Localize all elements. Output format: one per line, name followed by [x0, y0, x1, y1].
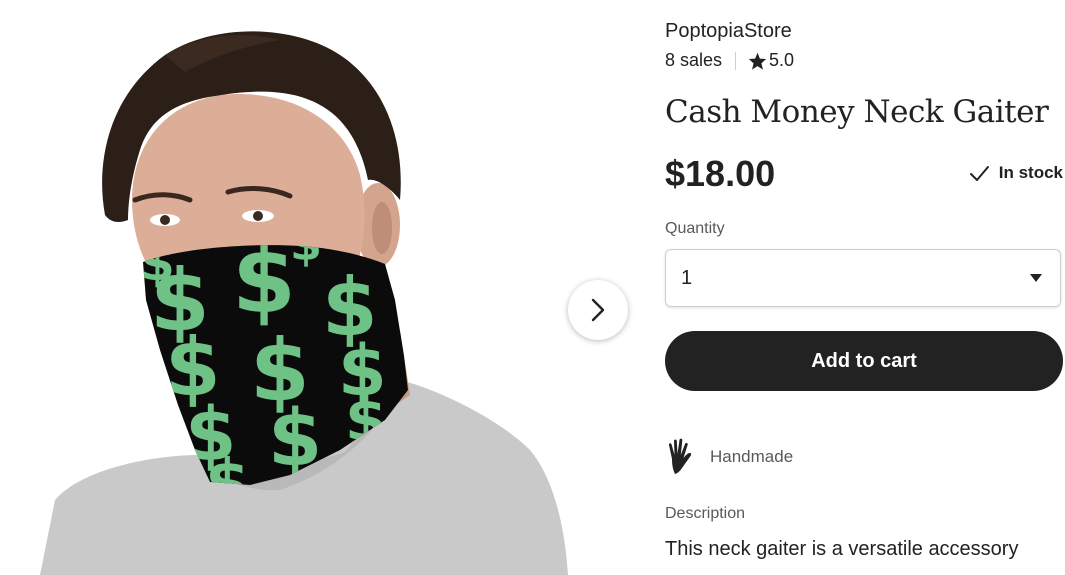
stock-status-label: In stock [998, 163, 1063, 182]
add-to-cart-button[interactable]: Add to cart [665, 331, 1063, 391]
quantity-label: Quantity [665, 220, 725, 237]
hand-icon [668, 438, 692, 474]
caret-down-icon [1030, 274, 1042, 282]
price: $18.00 [665, 153, 776, 194]
stock-status: In stock [969, 163, 1063, 183]
handmade-label: Handmade [710, 447, 794, 466]
shop-meta: 8 sales 5.0 [665, 50, 794, 71]
add-to-cart-label: Add to cart [811, 349, 917, 372]
next-image-button[interactable] [568, 280, 628, 340]
star-icon [748, 52, 767, 70]
sales-count: 8 sales [665, 50, 723, 70]
rating-value: 5.0 [769, 50, 795, 70]
face-shape [132, 94, 365, 270]
checkmark-icon [969, 165, 989, 181]
handmade-badge: Handmade [665, 437, 793, 477]
listing-title: Cash Money Neck Gaiter [665, 94, 1049, 130]
chevron-right-icon [591, 298, 605, 322]
meta-divider [735, 51, 737, 70]
shop-name-link[interactable]: PoptopiaStore [665, 20, 792, 43]
quantity-select[interactable]: 1 [665, 249, 1061, 307]
product-image[interactable]: $ $ $ $ $ $ $ $ $ $ $ $ [0, 0, 568, 575]
description-text: This neck gaiter is a versatile accessor… [665, 538, 1019, 560]
product-photo-illustration: $ $ $ $ $ $ $ $ $ $ $ $ [40, 31, 568, 575]
description-label: Description [665, 505, 746, 522]
quantity-value: 1 [681, 266, 693, 289]
